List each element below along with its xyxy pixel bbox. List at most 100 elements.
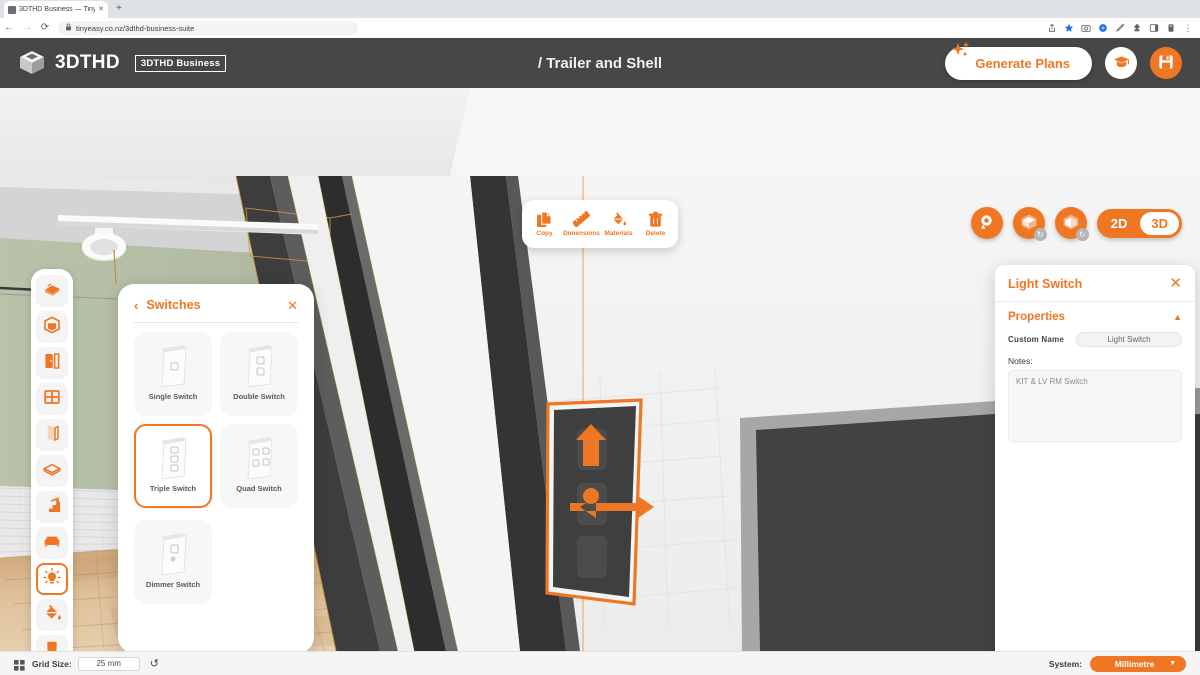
switch-card-quad[interactable]: Quad Switch [220,424,298,508]
generate-plans-button[interactable]: Generate Plans [945,41,1092,80]
dimensions-button[interactable]: Dimensions [563,211,600,237]
switches-panel-header: ‹ Switches ✕ [134,298,298,312]
site-ground-icon [42,279,62,304]
single-switch-icon [152,342,194,390]
grid-size-label: Grid Size: [32,658,72,669]
reload-icon[interactable]: ⟳ [36,18,54,38]
reset-grid-button[interactable]: ↺ [150,657,159,670]
notes-label: Notes: [1008,356,1033,366]
side-panel-icon[interactable] [1149,23,1159,33]
switch-card-triple[interactable]: Triple Switch [134,424,212,508]
walls-toggle-badge: ↻ [1075,228,1089,241]
browser-chrome: 3DTHD Business — Tiny Easy - T ✕ + ← → ⟳… [0,0,1200,38]
ruler-icon [572,211,590,228]
camera-view-button[interactable] [970,207,1003,239]
switch-card-label: Quad Switch [236,484,282,493]
toggle-3d[interactable]: 3D [1140,211,1179,235]
new-tab-button[interactable]: + [116,4,122,14]
sidebar-item-bookmarks[interactable] [36,635,68,651]
properties-panel-title: Light Switch [1008,276,1083,291]
paint-bucket-icon [610,211,627,228]
materials-button[interactable]: Materials [601,211,637,237]
switch-card-double[interactable]: Double Switch [220,332,298,416]
door-icon [42,351,62,376]
toggle-2d[interactable]: 2D [1100,212,1139,235]
sidebar-item-stairs[interactable] [36,491,68,523]
close-icon[interactable]: ✕ [1169,276,1182,291]
tab-favicon [8,5,16,14]
switches-panel-title: Switches [146,298,201,312]
switch-card-label: Triple Switch [149,484,197,493]
status-bar-right: System: Millimetre ▼ [1049,655,1186,672]
switch-card-single[interactable]: Single Switch [134,332,212,416]
sidebar-item-furniture[interactable] [36,527,68,559]
properties-panel-header: Light Switch ✕ [995,265,1195,302]
walls-toggle-button[interactable]: ↻ [1054,207,1089,241]
custom-name-input[interactable] [1076,332,1182,347]
extensions-icon[interactable] [1132,23,1142,33]
brand-name: 3DTHD [55,52,120,73]
triple-switch-icon [152,434,194,482]
switch-card-dimmer[interactable]: Dimmer Switch [134,520,212,604]
sidebar-item-windows[interactable] [36,383,68,415]
unit-system-select[interactable]: Millimetre ▼ [1090,655,1186,672]
grid-size-input[interactable] [77,656,140,671]
tab-title: 3DTHD Business — Tiny Easy - T [19,6,96,13]
tab-close-icon[interactable]: ✕ [98,6,104,13]
more-menu-icon[interactable]: ⋮ [1183,23,1193,33]
close-icon[interactable]: ✕ [287,299,298,312]
forward-icon[interactable]: → [18,18,36,38]
viewport-3d[interactable]: Copy Dimensions Materials Delete ↻ ↻ 2D … [0,88,1200,651]
lightbulb-icon [42,567,62,592]
chevron-up-icon[interactable]: ▲ [1173,312,1182,322]
dimmer-switch-icon [152,530,194,578]
save-button[interactable] [1150,47,1182,79]
notes-textarea[interactable]: KIT & LV RM Switch [1008,370,1182,442]
sidebar-item-room[interactable] [36,311,68,343]
browser-toolbar-icons: ⋮ [1047,23,1200,33]
wall-icon [42,423,62,448]
back-chevron-icon[interactable]: ‹ [134,299,138,312]
sidebar-item-lighting[interactable] [36,563,68,595]
brand[interactable]: 3DTHD 3DTHD Business [18,50,227,76]
properties-section-title: Properties [1008,311,1065,323]
divider [134,322,298,323]
custom-name-label: Custom Name [1008,335,1064,344]
quad-switch-icon [238,434,280,482]
back-icon[interactable]: ← [0,18,18,38]
custom-name-row: Custom Name [995,330,1195,347]
url-text: tinyeasy.co.nz/3dthd-business-suite [76,23,195,33]
copy-icon [536,211,553,228]
double-switch-icon [238,342,280,390]
lock-icon [65,23,72,33]
camera-icon[interactable] [1081,23,1091,33]
floor-slab-icon [42,459,62,484]
share-icon[interactable] [1047,23,1057,33]
grid-icon [14,658,25,671]
delete-button[interactable]: Delete [638,211,674,237]
bookmark-star-icon[interactable] [1064,23,1074,33]
highlighter-icon[interactable] [1115,23,1125,33]
sidebar-item-walls[interactable] [36,419,68,451]
browser-omnibar: ← → ⟳ tinyeasy.co.nz/3dthd-business-suit… [0,18,1200,38]
properties-section-header[interactable]: Properties ▲ [995,302,1195,330]
sidebar-item-materials[interactable] [36,599,68,631]
address-bar[interactable]: tinyeasy.co.nz/3dthd-business-suite [58,21,358,35]
copy-button[interactable]: Copy [527,211,563,237]
camera-orbit-icon [978,213,996,234]
tutorial-button[interactable] [1105,47,1137,79]
properties-panel: Light Switch ✕ Properties ▲ Custom Name … [995,265,1195,651]
dimension-toggle[interactable]: 2D 3D [1096,208,1182,238]
switch-grid: Single Switch Double Switch Triple Switc… [134,332,298,604]
sidebar-item-doors[interactable] [36,347,68,379]
blue-circle-icon[interactable] [1098,23,1108,33]
paint-bucket-icon [42,603,62,628]
browser-tab[interactable]: 3DTHD Business — Tiny Easy - T ✕ [4,1,108,18]
trash-icon [647,211,664,228]
sidebar-item-floors[interactable] [36,455,68,487]
profile-icon[interactable] [1166,23,1176,33]
browser-tabstrip: 3DTHD Business — Tiny Easy - T ✕ + [0,0,1200,18]
sidebar-item-site[interactable] [36,275,68,307]
roof-toggle-button[interactable]: ↻ [1012,207,1047,241]
window-icon [42,387,62,412]
